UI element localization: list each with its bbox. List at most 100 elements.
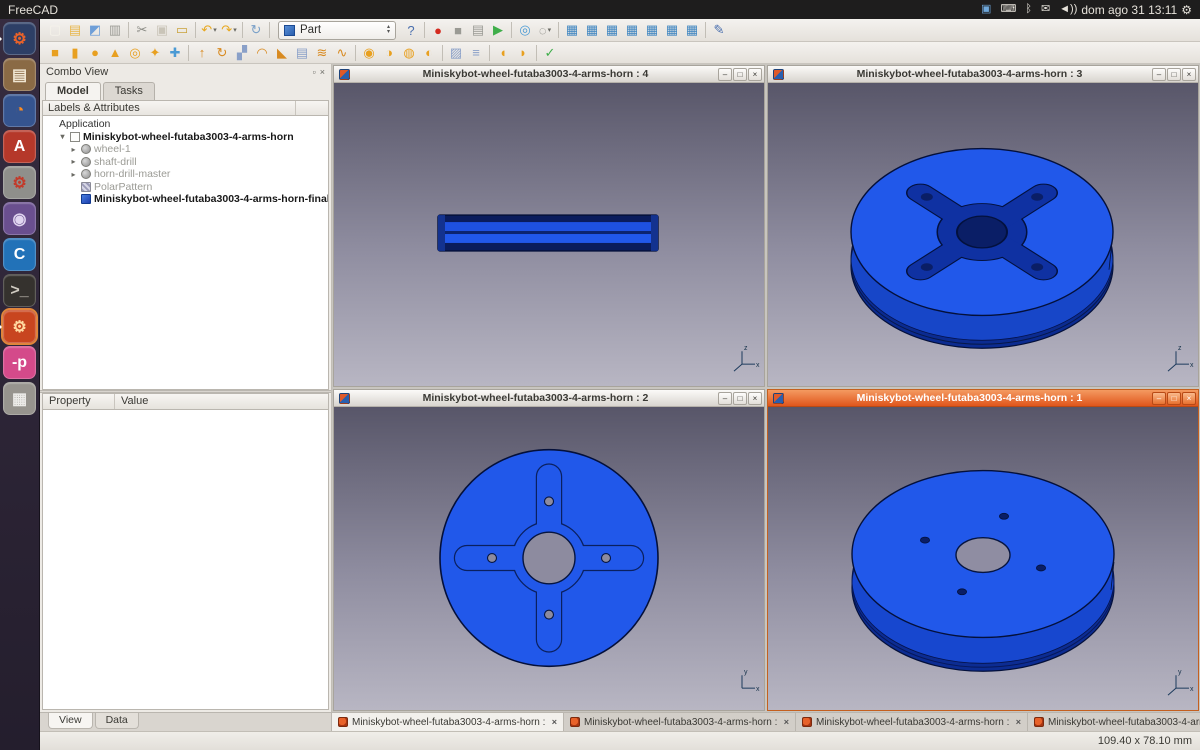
tab-model[interactable]: Model — [45, 82, 101, 100]
tab-tasks[interactable]: Tasks — [103, 82, 155, 100]
value-column[interactable]: Value — [115, 394, 328, 409]
paste-button[interactable]: ▭ — [172, 21, 192, 40]
mirror-button[interactable]: ▞ — [232, 43, 252, 62]
session-menu-icon[interactable]: ⚙ — [1181, 3, 1192, 17]
loft-button[interactable]: ≋ — [312, 43, 332, 62]
launcher-text-editor[interactable]: A — [3, 130, 36, 163]
close-button[interactable]: × — [748, 392, 762, 405]
property-column[interactable]: Property — [43, 394, 115, 409]
close-button[interactable]: × — [1182, 68, 1196, 81]
bluetooth-indicator-icon[interactable]: ᛒ — [1025, 0, 1032, 19]
print-button[interactable]: ▥ — [105, 21, 125, 40]
cone-primitive-button[interactable]: ▲ — [105, 43, 125, 62]
tree-item[interactable]: ▾Miniskybot-wheel-futaba3003-4-arms-horn — [43, 131, 328, 144]
tree-item[interactable]: Miniskybot-wheel-futaba3003-4-arms-horn-… — [43, 193, 328, 206]
new-document-button[interactable]: ▢ — [45, 21, 65, 40]
tree-item[interactable]: ▸horn-drill-master — [43, 168, 328, 181]
mdi-tab[interactable]: Miniskybot-wheel-futaba3003-4-arms-horn … — [1028, 713, 1200, 731]
torus-primitive-button[interactable]: ◎ — [125, 43, 145, 62]
macro-stop-button[interactable]: ■ — [448, 21, 468, 40]
boolean-cut-button[interactable]: ◑ — [379, 43, 399, 62]
launcher-system-settings[interactable]: ⚙ — [3, 166, 36, 199]
left-view-button[interactable]: ▦ — [682, 21, 702, 40]
whats-this-button[interactable]: ? — [401, 21, 421, 40]
section-button[interactable]: ▨ — [446, 43, 466, 62]
macro-record-button[interactable]: ● — [428, 21, 448, 40]
3d-viewport-2[interactable]: y x — [334, 407, 764, 710]
viewport2-titlebar[interactable]: Miniskybot-wheel-futaba3003-4-arms-horn … — [334, 390, 764, 407]
launcher-mypaint[interactable]: -p — [3, 346, 36, 379]
cylinder-primitive-button[interactable]: ▮ — [65, 43, 85, 62]
macro-execute-button[interactable]: ▶ — [488, 21, 508, 40]
thickness-button[interactable]: ◗ — [513, 43, 533, 62]
viewport3-titlebar[interactable]: Miniskybot-wheel-futaba3003-4-arms-horn … — [768, 66, 1198, 83]
sweep-button[interactable]: ∿ — [332, 43, 352, 62]
boolean-union-button[interactable]: ◍ — [399, 43, 419, 62]
mdi-tab[interactable]: Miniskybot-wheel-futaba3003-4-arms-horn … — [796, 713, 1028, 731]
right-view-button[interactable]: ▦ — [622, 21, 642, 40]
minimize-button[interactable]: – — [1152, 392, 1166, 405]
tree-item[interactable]: ▸wheel-1 — [43, 143, 328, 156]
fillet-button[interactable]: ◠ — [252, 43, 272, 62]
tab-close-icon[interactable]: × — [1016, 717, 1021, 727]
tab-close-icon[interactable]: × — [552, 717, 557, 727]
3d-viewport-3[interactable]: z x — [768, 83, 1198, 386]
volume-indicator-icon[interactable]: ◄)) — [1059, 0, 1077, 19]
launcher-file-manager[interactable]: ▤ — [3, 58, 36, 91]
launcher-terminal[interactable]: >_ — [3, 274, 36, 307]
offset-3d-button[interactable]: ◖ — [493, 43, 513, 62]
keyboard-indicator-icon[interactable]: ⌨ — [1000, 0, 1016, 19]
sphere-primitive-button[interactable]: ● — [85, 43, 105, 62]
tree-item[interactable]: Application — [43, 118, 328, 131]
measure-distance-button[interactable]: ✎ — [709, 21, 729, 40]
tab-close-icon[interactable]: × — [784, 717, 789, 727]
close-button[interactable]: × — [748, 68, 762, 81]
draw-style-button[interactable]: ◌▾ — [535, 21, 555, 40]
chamfer-button[interactable]: ◣ — [272, 43, 292, 62]
launcher-firefox[interactable]: ◔ — [3, 94, 36, 127]
shape-builder-button[interactable]: ✚ — [165, 43, 185, 62]
close-button[interactable]: × — [1182, 392, 1196, 405]
float-panel-icon[interactable]: ▫ — [313, 67, 316, 77]
workbench-selector[interactable]: Part▴▾ — [278, 21, 396, 40]
clock[interactable]: dom ago 31 13:11 — [1081, 3, 1177, 17]
launcher-freecad-dash[interactable]: ⚙ — [3, 22, 36, 55]
launcher-ubuntu-one[interactable]: ◉ — [3, 202, 36, 235]
boolean-common-button[interactable]: ◐ — [419, 43, 439, 62]
boolean-operation-button[interactable]: ◉ — [359, 43, 379, 62]
create-primitives-button[interactable]: ✦ — [145, 43, 165, 62]
front-view-button[interactable]: ▦ — [582, 21, 602, 40]
box-primitive-button[interactable]: ■ — [45, 43, 65, 62]
macro-edit-button[interactable]: ▤ — [468, 21, 488, 40]
undo-button[interactable]: ↶▾ — [199, 21, 219, 40]
maximize-button[interactable]: □ — [733, 68, 747, 81]
maximize-button[interactable]: □ — [1167, 392, 1181, 405]
mail-indicator-icon[interactable]: ✉ — [1041, 0, 1050, 19]
mdi-tab[interactable]: Miniskybot-wheel-futaba3003-4-arms-horn … — [332, 713, 564, 731]
launcher-archive-manager[interactable]: ▦ — [3, 382, 36, 415]
minimize-button[interactable]: – — [718, 68, 732, 81]
save-document-button[interactable]: ◩ — [85, 21, 105, 40]
minimize-button[interactable]: – — [1152, 68, 1166, 81]
tab-data[interactable]: Data — [95, 713, 139, 729]
viewport4-titlebar[interactable]: Miniskybot-wheel-futaba3003-4-arms-horn … — [334, 66, 764, 83]
maximize-button[interactable]: □ — [733, 392, 747, 405]
close-panel-icon[interactable]: × — [320, 67, 325, 77]
tree-item[interactable]: ▸shaft-drill — [43, 156, 328, 169]
mdi-tab[interactable]: Miniskybot-wheel-futaba3003-4-arms-horn … — [564, 713, 796, 731]
revolve-button[interactable]: ↻ — [212, 43, 232, 62]
copy-button[interactable]: ▣ — [152, 21, 172, 40]
viewport1-titlebar[interactable]: Miniskybot-wheel-futaba3003-4-arms-horn … — [768, 390, 1198, 407]
maximize-button[interactable]: □ — [1167, 68, 1181, 81]
check-geometry-button[interactable]: ✓ — [540, 43, 560, 62]
extrude-button[interactable]: ↑ — [192, 43, 212, 62]
3d-viewport-4[interactable]: z x — [334, 83, 764, 386]
cut-button[interactable]: ✂ — [132, 21, 152, 40]
ruled-surface-button[interactable]: ▤ — [292, 43, 312, 62]
bottom-view-button[interactable]: ▦ — [662, 21, 682, 40]
tab-view[interactable]: View — [48, 713, 93, 729]
tree-item[interactable]: PolarPattern — [43, 181, 328, 194]
3d-viewport-1[interactable]: y x — [768, 407, 1198, 710]
rear-view-button[interactable]: ▦ — [642, 21, 662, 40]
axonometric-view-button[interactable]: ▦ — [562, 21, 582, 40]
